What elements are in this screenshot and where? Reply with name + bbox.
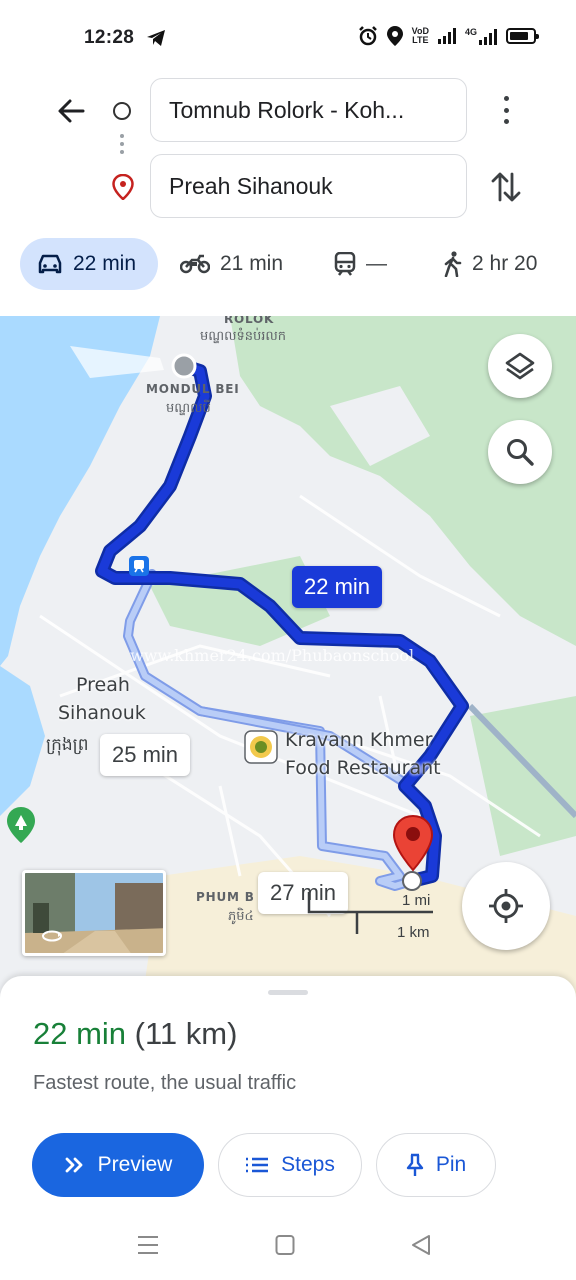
alarm-icon [358, 26, 377, 46]
pin-button[interactable]: Pin [376, 1133, 496, 1197]
route-chip-alt-1[interactable]: 25 min [100, 734, 191, 776]
more-options-icon[interactable] [498, 96, 514, 124]
park-marker-icon[interactable] [6, 806, 36, 844]
my-location-button[interactable] [462, 862, 550, 950]
train-icon [334, 252, 356, 276]
origin-field[interactable]: Tomnub Rolork - Koh... [150, 78, 467, 142]
origin-circle-icon [113, 102, 131, 120]
location-icon [386, 26, 403, 46]
train-station-icon[interactable] [129, 556, 149, 576]
car-icon [38, 254, 62, 274]
steps-button-label: Steps [281, 1153, 335, 1176]
status-time: 12:28 [84, 27, 135, 48]
back-icon[interactable] [410, 1234, 432, 1256]
preview-button-label: Preview [97, 1153, 173, 1176]
directions-header: Tomnub Rolork - Koh... Preah Sihanouk [0, 74, 576, 224]
walk-icon [444, 251, 462, 277]
map-label-city-line2: Sihanouk [58, 702, 146, 724]
travel-mode-bar: 22 min 21 min — 2 hr 20 [0, 238, 576, 290]
volte-icon: VoD LTE [411, 26, 429, 45]
map-label-phum: PHUM B [196, 890, 255, 904]
preview-button[interactable]: Preview [32, 1133, 204, 1197]
mode-car-label: 22 min [73, 252, 137, 275]
scale-mi-label: 1 mi [402, 892, 431, 909]
map-label-city-line1: Preah [76, 674, 130, 696]
map-search-button[interactable] [488, 420, 552, 484]
destination-marker-icon[interactable] [392, 814, 434, 872]
destination-field[interactable]: Preah Sihanouk [150, 154, 467, 218]
layers-button[interactable] [488, 334, 552, 398]
pin-button-label: Pin [435, 1153, 467, 1176]
layers-icon [505, 352, 535, 380]
map-label-rolok: ROLOK [224, 316, 275, 326]
route-description: Fastest route, the usual traffic [33, 1072, 297, 1094]
double-chevron-icon [65, 1157, 83, 1173]
watermark-text: www.khmer24.com/Phubaonschool [130, 646, 415, 665]
scale-km-label: 1 km [397, 924, 430, 941]
list-icon [246, 1157, 269, 1173]
steps-button[interactable]: Steps [218, 1133, 362, 1197]
status-icons: VoD LTE 4G [358, 26, 539, 46]
swap-icon[interactable] [490, 170, 522, 204]
route-distance: (11 km) [134, 1016, 238, 1051]
map-label-phum-khmer: ភូមិ៤ [228, 909, 254, 924]
map-label-mondul-bei-khmer: មណ្ឌលបី [166, 401, 211, 416]
crosshair-icon [489, 889, 523, 923]
route-summary: 22 min (11 km) [33, 1016, 237, 1052]
map-label-mondul-bei: MONDUL BEI [146, 382, 240, 396]
pin-icon [406, 1153, 424, 1176]
home-icon[interactable] [275, 1234, 295, 1256]
poi-name-line2: Food Restaurant [285, 757, 441, 779]
route-dots-icon [120, 134, 124, 162]
route-chip-primary[interactable]: 22 min [292, 566, 383, 608]
mode-walk[interactable]: 2 hr 20 [442, 238, 537, 290]
mode-motorbike-label: 21 min [220, 252, 284, 275]
search-icon [507, 439, 534, 466]
restaurant-logo-icon [244, 730, 278, 764]
signal-icon [437, 28, 456, 44]
map-label-rolok-khmer: មណ្ឌលទំនប់រលក [200, 329, 287, 344]
system-nav-bar [0, 1222, 576, 1272]
poi-restaurant[interactable] [244, 730, 278, 769]
mode-transit-label: — [366, 252, 387, 275]
mode-car[interactable]: 22 min [20, 238, 158, 290]
map-label-city-khmer: ក្រុងព្រ [46, 735, 89, 755]
map-view[interactable]: ROLOK មណ្ឌលទំនប់រលក MONDUL BEI មណ្ឌលបី P… [0, 316, 576, 1016]
mode-walk-label: 2 hr 20 [472, 252, 538, 275]
telegram-icon [147, 30, 165, 46]
street-view-thumbnail[interactable] [22, 870, 166, 956]
sheet-drag-handle[interactable] [268, 990, 308, 995]
back-arrow-icon[interactable] [56, 96, 86, 126]
poi-name-line1: Kravann Khmer [285, 729, 433, 751]
recent-apps-icon[interactable] [137, 1234, 159, 1256]
map-scale: 1 mi 1 km [305, 882, 435, 942]
street-view-rotate-icon [42, 930, 62, 942]
mode-transit[interactable]: — [334, 238, 387, 290]
4g-signal-icon: 4G [465, 27, 497, 45]
route-duration: 22 min [33, 1016, 127, 1051]
battery-icon [506, 28, 539, 44]
status-bar: 12:28 VoD LTE 4G [0, 0, 576, 74]
destination-pin-icon [112, 174, 134, 200]
mode-motorbike[interactable]: 21 min [180, 238, 283, 290]
motorbike-icon [180, 254, 210, 274]
